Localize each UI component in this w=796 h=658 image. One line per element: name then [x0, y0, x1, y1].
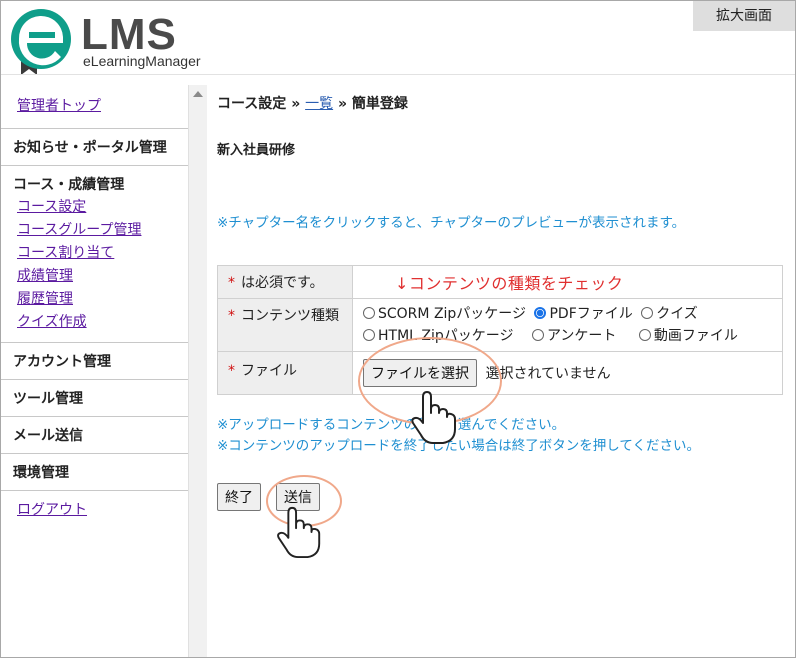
breadcrumb-separator: » [337, 96, 348, 112]
radio-survey[interactable] [531, 329, 544, 341]
option-scorm[interactable]: SCORM Zipパッケージ [363, 303, 526, 325]
file-status: 選択されていません [485, 366, 611, 382]
required-star: * [228, 363, 235, 379]
required-note-cell: * は必須です。 [217, 265, 353, 299]
sidebar-item-quiz[interactable]: クイズ作成 [1, 311, 188, 334]
radio-quiz[interactable] [641, 307, 654, 319]
sidebar-item-course-group[interactable]: コースグループ管理 [1, 219, 188, 242]
option-survey[interactable]: アンケート [531, 325, 616, 347]
file-label: ファイル [241, 363, 297, 379]
logo-text: LMS [81, 10, 177, 59]
breadcrumb-course-settings: コース設定 [217, 96, 287, 112]
breadcrumb-list-link[interactable]: 一覧 [305, 96, 333, 112]
sidebar-item-grades[interactable]: 成績管理 [1, 265, 188, 288]
required-star: * [228, 275, 235, 291]
option-video[interactable]: 動画ファイル [638, 325, 738, 347]
sidebar-item-admin-top[interactable]: 管理者トップ [1, 95, 188, 118]
app-window: 拡大画面 LMS eLearningManager 管理者トップ お知らせ・ポー… [0, 0, 796, 658]
file-label-cell: * ファイル [217, 351, 353, 395]
radio-scorm[interactable] [363, 307, 375, 319]
option-quiz[interactable]: クイズ [641, 303, 698, 325]
sidebar-group-course: コース・成績管理 [13, 177, 125, 193]
logo-subtitle: eLearningManager [83, 53, 201, 69]
radio-html[interactable] [363, 329, 375, 341]
sidebar-item-mail[interactable]: メール送信 [1, 417, 188, 453]
zoom-label[interactable]: 拡大画面 [693, 1, 795, 31]
sidebar-item-course-settings[interactable]: コース設定 [1, 196, 188, 219]
sidebar-item-logout[interactable]: ログアウト [1, 499, 188, 522]
logo: LMS eLearningManager [7, 7, 222, 75]
sidebar-item-course-assign[interactable]: コース割り当て [1, 242, 188, 265]
finish-button[interactable]: 終了 [217, 483, 261, 511]
radio-pdf[interactable] [534, 307, 547, 319]
pointer-hand-icon [411, 391, 456, 444]
required-note: は必須です。 [241, 275, 324, 291]
chapter-preview-hint: ※チャプター名をクリックすると、チャプターのプレビューが表示されます。 [217, 215, 686, 231]
sidebar-item-tools[interactable]: ツール管理 [1, 380, 188, 416]
content-type-label: コンテンツ種類 [241, 308, 339, 324]
sidebar-item-env[interactable]: 環境管理 [1, 454, 188, 490]
breadcrumb: コース設定 » 一覧 » 簡単登録 [217, 93, 408, 113]
radio-video[interactable] [638, 329, 651, 341]
annotation-cell: ↓コンテンツの種類をチェック [352, 265, 783, 299]
option-pdf[interactable]: PDFファイル [534, 303, 633, 325]
sidebar-scrollbar[interactable] [188, 85, 207, 657]
sidebar-item-account[interactable]: アカウント管理 [1, 343, 188, 379]
sidebar-item-notice-portal[interactable]: お知らせ・ポータル管理 [1, 129, 188, 165]
sidebar-item-history[interactable]: 履歴管理 [1, 288, 188, 311]
logo-e-icon [11, 9, 71, 75]
scroll-up-icon[interactable] [193, 91, 203, 97]
content-type-annotation: ↓コンテンツの種類をチェック [395, 274, 624, 293]
required-star: * [228, 308, 235, 324]
content-type-label-cell: * コンテンツ種類 [217, 298, 353, 352]
breadcrumb-separator: » [291, 96, 301, 112]
sidebar: 管理者トップ お知らせ・ポータル管理 コース・成績管理 コース設定 コースグルー… [1, 85, 188, 657]
breadcrumb-current: 簡単登録 [351, 96, 408, 112]
pointer-hand-icon [277, 506, 321, 559]
course-name: 新入社員研修 [217, 143, 296, 158]
header-divider [1, 74, 795, 75]
